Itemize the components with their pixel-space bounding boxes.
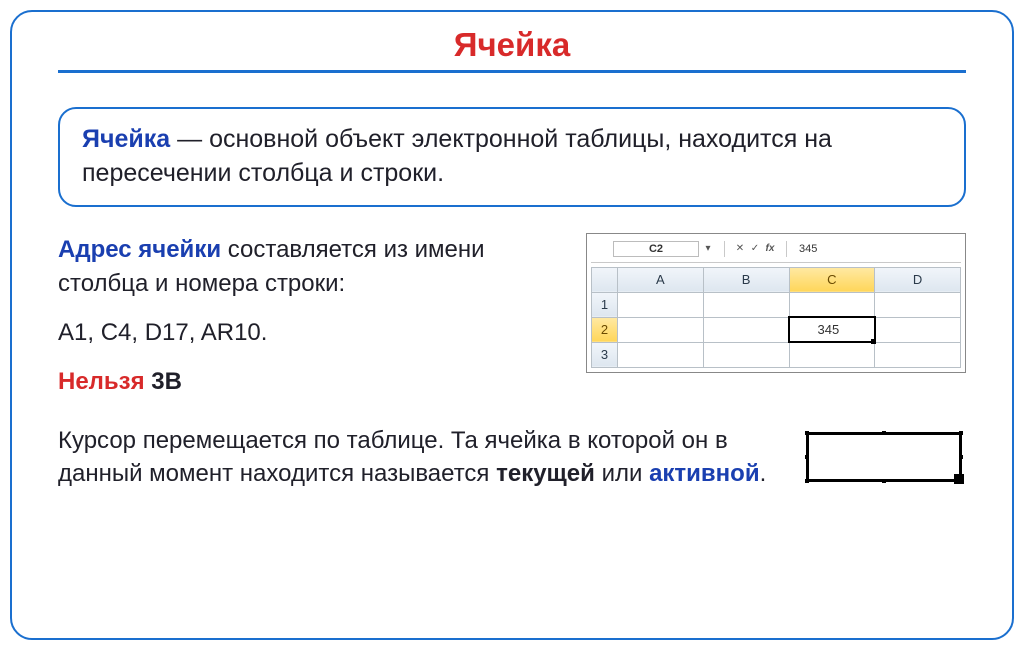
col-header-B[interactable]: B — [703, 267, 789, 292]
cell-B2[interactable] — [703, 317, 789, 342]
col-header-A[interactable]: A — [618, 267, 704, 292]
active-cell-illustration — [806, 432, 962, 482]
cell-B1[interactable] — [703, 292, 789, 317]
cell-D3[interactable] — [875, 342, 961, 367]
cell-A2[interactable] — [618, 317, 704, 342]
cursor-text-suffix: . — [760, 460, 767, 487]
formula-bar-separator-2 — [786, 241, 787, 257]
definition-box: Ячейка — основной объект электронной таб… — [58, 107, 966, 207]
formula-bar-separator — [724, 241, 725, 257]
address-bad-example: 3B — [151, 368, 182, 395]
mini-grid: A B C D 1 2 345 — [591, 267, 961, 368]
address-section: Адрес ячейки составляется из имени столб… — [58, 233, 562, 400]
select-all-corner[interactable] — [592, 267, 618, 292]
row-header-1[interactable]: 1 — [592, 292, 618, 317]
formula-bar: C2 ▾ ✕ ✓ fx 345 — [591, 238, 961, 263]
address-examples: A1, C4, D17, AR10. — [58, 316, 562, 351]
cell-B3[interactable] — [703, 342, 789, 367]
cancel-icon[interactable]: ✕ — [734, 243, 746, 254]
cell-C3[interactable] — [789, 342, 875, 367]
cell-C2-active[interactable]: 345 — [789, 317, 875, 342]
name-box[interactable]: C2 — [613, 241, 699, 257]
address-no-label: Нельзя — [58, 368, 145, 395]
cursor-kw-active: активной — [649, 460, 760, 487]
middle-row: Адрес ячейки составляется из имени столб… — [58, 233, 966, 400]
cell-C1[interactable] — [789, 292, 875, 317]
cursor-text: Курсор перемещается по таблице. Та ячейк… — [58, 424, 776, 491]
cell-A1[interactable] — [618, 292, 704, 317]
namebox-dropdown-icon[interactable]: ▾ — [702, 243, 714, 254]
definition-term: Ячейка — [82, 125, 170, 153]
cell-D1[interactable] — [875, 292, 961, 317]
cursor-text-mid: или — [595, 460, 649, 487]
definition-text: — основной объект электронной таблицы, н… — [82, 125, 832, 187]
col-header-D[interactable]: D — [875, 267, 961, 292]
slide-card: Ячейка Ячейка — основной объект электрон… — [10, 10, 1014, 640]
confirm-icon[interactable]: ✓ — [749, 243, 761, 254]
slide-title: Ячейка — [58, 26, 966, 64]
address-term: Адрес ячейки — [58, 236, 221, 263]
row-header-3[interactable]: 3 — [592, 342, 618, 367]
cell-A3[interactable] — [618, 342, 704, 367]
bottom-row: Курсор перемещается по таблице. Та ячейк… — [58, 424, 966, 491]
title-divider — [58, 70, 966, 73]
formula-bar-value[interactable]: 345 — [793, 243, 817, 255]
cursor-kw-current: текущей — [496, 460, 595, 487]
col-header-C[interactable]: C — [789, 267, 875, 292]
mini-spreadsheet: C2 ▾ ✕ ✓ fx 345 A B C D — [586, 233, 966, 373]
cell-D2[interactable] — [875, 317, 961, 342]
row-header-2[interactable]: 2 — [592, 317, 618, 342]
fx-icon[interactable]: fx — [764, 243, 776, 254]
fill-handle-icon — [954, 474, 964, 484]
